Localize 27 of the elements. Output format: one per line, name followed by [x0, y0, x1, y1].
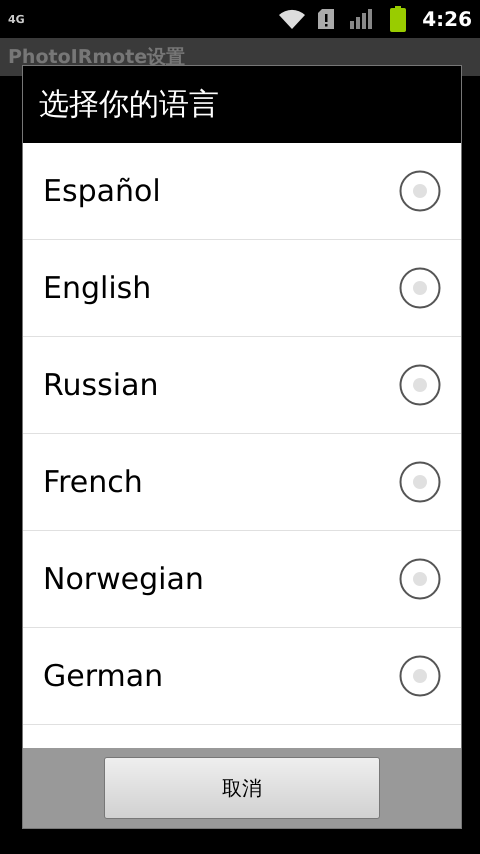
radio-button[interactable] [399, 655, 441, 697]
language-option[interactable]: Español [23, 143, 461, 240]
wifi-icon [278, 8, 306, 30]
radio-button[interactable] [399, 558, 441, 600]
language-option[interactable]: Norwegian [23, 531, 461, 628]
language-option[interactable]: German [23, 628, 461, 725]
app-title: PhotoIRmote设置 [8, 44, 186, 70]
radio-button[interactable] [399, 170, 441, 212]
sd-card-icon [318, 9, 334, 29]
language-option[interactable]: Russian [23, 337, 461, 434]
radio-button[interactable] [399, 364, 441, 406]
language-label: German [43, 658, 164, 696]
language-label: French [43, 464, 143, 502]
language-label: Español [43, 172, 161, 210]
network-type-label: 4G [8, 14, 25, 24]
language-label: English [43, 270, 152, 308]
radio-button[interactable] [399, 267, 441, 309]
signal-icon [350, 9, 374, 29]
language-option[interactable]: French [23, 434, 461, 531]
cancel-button[interactable]: 取消 [104, 757, 380, 819]
language-label: Norwegian [43, 560, 204, 598]
language-option[interactable]: English [23, 240, 461, 337]
dialog-title: 选择你的语言 [39, 86, 219, 124]
clock-text: 4:26 [422, 6, 472, 33]
language-label: Russian [43, 366, 159, 404]
radio-button[interactable] [399, 461, 441, 503]
battery-icon [390, 6, 406, 32]
